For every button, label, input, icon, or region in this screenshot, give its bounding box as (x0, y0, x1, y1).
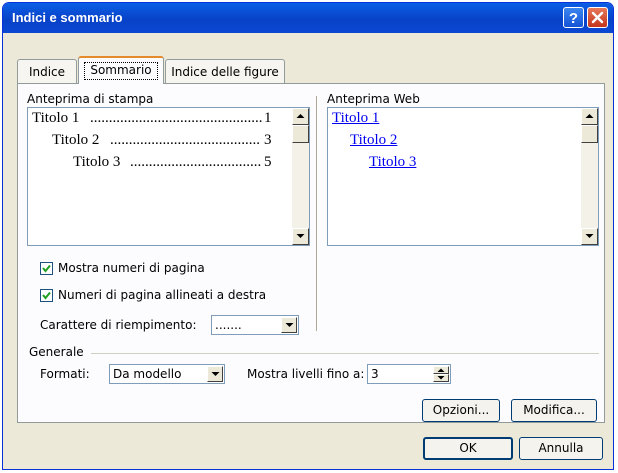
fill-char-select[interactable]: ....... (211, 315, 299, 335)
tab-sommario-label: Sommario (90, 63, 152, 77)
help-icon: ? (569, 10, 578, 27)
tab-indice[interactable]: Indice (17, 59, 77, 83)
web-preview-box[interactable]: Titolo 1 Titolo 2 Titolo 3 (327, 107, 599, 246)
tab-indice-figure-label: Indice delle figure (171, 65, 279, 79)
levels-spinner[interactable]: 3 (367, 364, 451, 384)
tab-sommario[interactable]: Sommario (78, 56, 164, 84)
toc-entry-2: Titolo 2 (52, 132, 100, 148)
svg-text:?: ? (569, 10, 578, 27)
arrow-down-icon (437, 376, 445, 380)
toc-page-2: 3 (264, 132, 272, 148)
toc-entry-1: Titolo 1 (32, 110, 80, 126)
tab-indice-label: Indice (28, 65, 66, 79)
show-page-numbers-label[interactable]: Mostra numeri di pagina (58, 261, 205, 275)
print-preview-label: Anteprima di stampa (27, 92, 154, 106)
chevron-down-icon (285, 323, 294, 327)
levels-up-button[interactable] (433, 366, 449, 374)
arrow-down-icon (296, 234, 305, 238)
cancel-button[interactable]: Annulla (519, 437, 603, 460)
scroll-thumb[interactable] (292, 125, 309, 143)
toc-leader-2: ........................................… (110, 132, 260, 148)
levels-value[interactable]: 3 (371, 367, 379, 381)
show-page-numbers-checkbox[interactable] (40, 262, 53, 275)
web-scroll-up-button[interactable] (581, 108, 598, 125)
ok-button[interactable]: OK (423, 437, 513, 460)
window-title: Indici e sommario (12, 10, 123, 25)
modify-button[interactable]: Modifica... (511, 399, 597, 422)
section-divider (316, 96, 318, 331)
toc-page-3: 5 (264, 154, 272, 170)
web-preview-scrollbar[interactable] (581, 108, 598, 245)
web-link-2[interactable]: Titolo 2 (350, 132, 397, 149)
right-align-checkbox[interactable] (40, 289, 53, 302)
scroll-down-button[interactable] (292, 228, 309, 245)
toc-entry-3: Titolo 3 (73, 154, 121, 170)
formats-select[interactable]: Da modello (109, 364, 225, 384)
print-preview-scrollbar[interactable] (292, 108, 309, 245)
web-scroll-thumb[interactable] (581, 125, 598, 143)
formats-dropdown-button[interactable] (207, 366, 223, 382)
toc-leader-3: ........................................… (130, 154, 261, 170)
web-scroll-down-button[interactable] (581, 228, 598, 245)
formats-value: Da modello (113, 367, 182, 381)
arrow-up-icon (296, 114, 305, 118)
options-button[interactable]: Opzioni... (422, 399, 500, 422)
web-preview-label: Anteprima Web (327, 92, 420, 106)
web-link-1[interactable]: Titolo 1 (332, 110, 379, 127)
arrow-down-icon (585, 234, 594, 238)
right-align-label[interactable]: Numeri di pagina allineati a destra (58, 288, 266, 302)
tab-indice-figure[interactable]: Indice delle figure (165, 59, 285, 83)
close-icon (591, 11, 604, 24)
fill-char-label: Carattere di riempimento: (40, 318, 197, 332)
arrow-up-icon (437, 368, 445, 372)
print-preview-box[interactable]: Titolo 1 ...............................… (27, 107, 310, 246)
arrow-up-icon (585, 114, 594, 118)
checkmark-icon (42, 291, 51, 300)
fill-char-value: ....... (215, 318, 242, 332)
fill-char-dropdown-button[interactable] (281, 317, 297, 333)
title-bar[interactable]: Indici e sommario ? (3, 3, 613, 33)
web-link-3[interactable]: Titolo 3 (369, 154, 416, 171)
general-divider (91, 353, 599, 354)
toc-leader-1: ........................................… (90, 110, 262, 126)
levels-down-button[interactable] (433, 374, 449, 382)
help-button[interactable]: ? (563, 7, 584, 28)
dialog-window: Indici e sommario ? Indice Sommario Indi… (2, 2, 614, 470)
toc-page-1: 1 (264, 110, 272, 126)
chevron-down-icon (211, 372, 220, 376)
close-button[interactable] (587, 7, 608, 28)
checkmark-icon (42, 264, 51, 273)
levels-label: Mostra livelli fino a: (247, 367, 365, 381)
formats-label: Formati: (40, 367, 90, 381)
scroll-up-button[interactable] (292, 108, 309, 125)
general-group-label: Generale (29, 345, 84, 359)
